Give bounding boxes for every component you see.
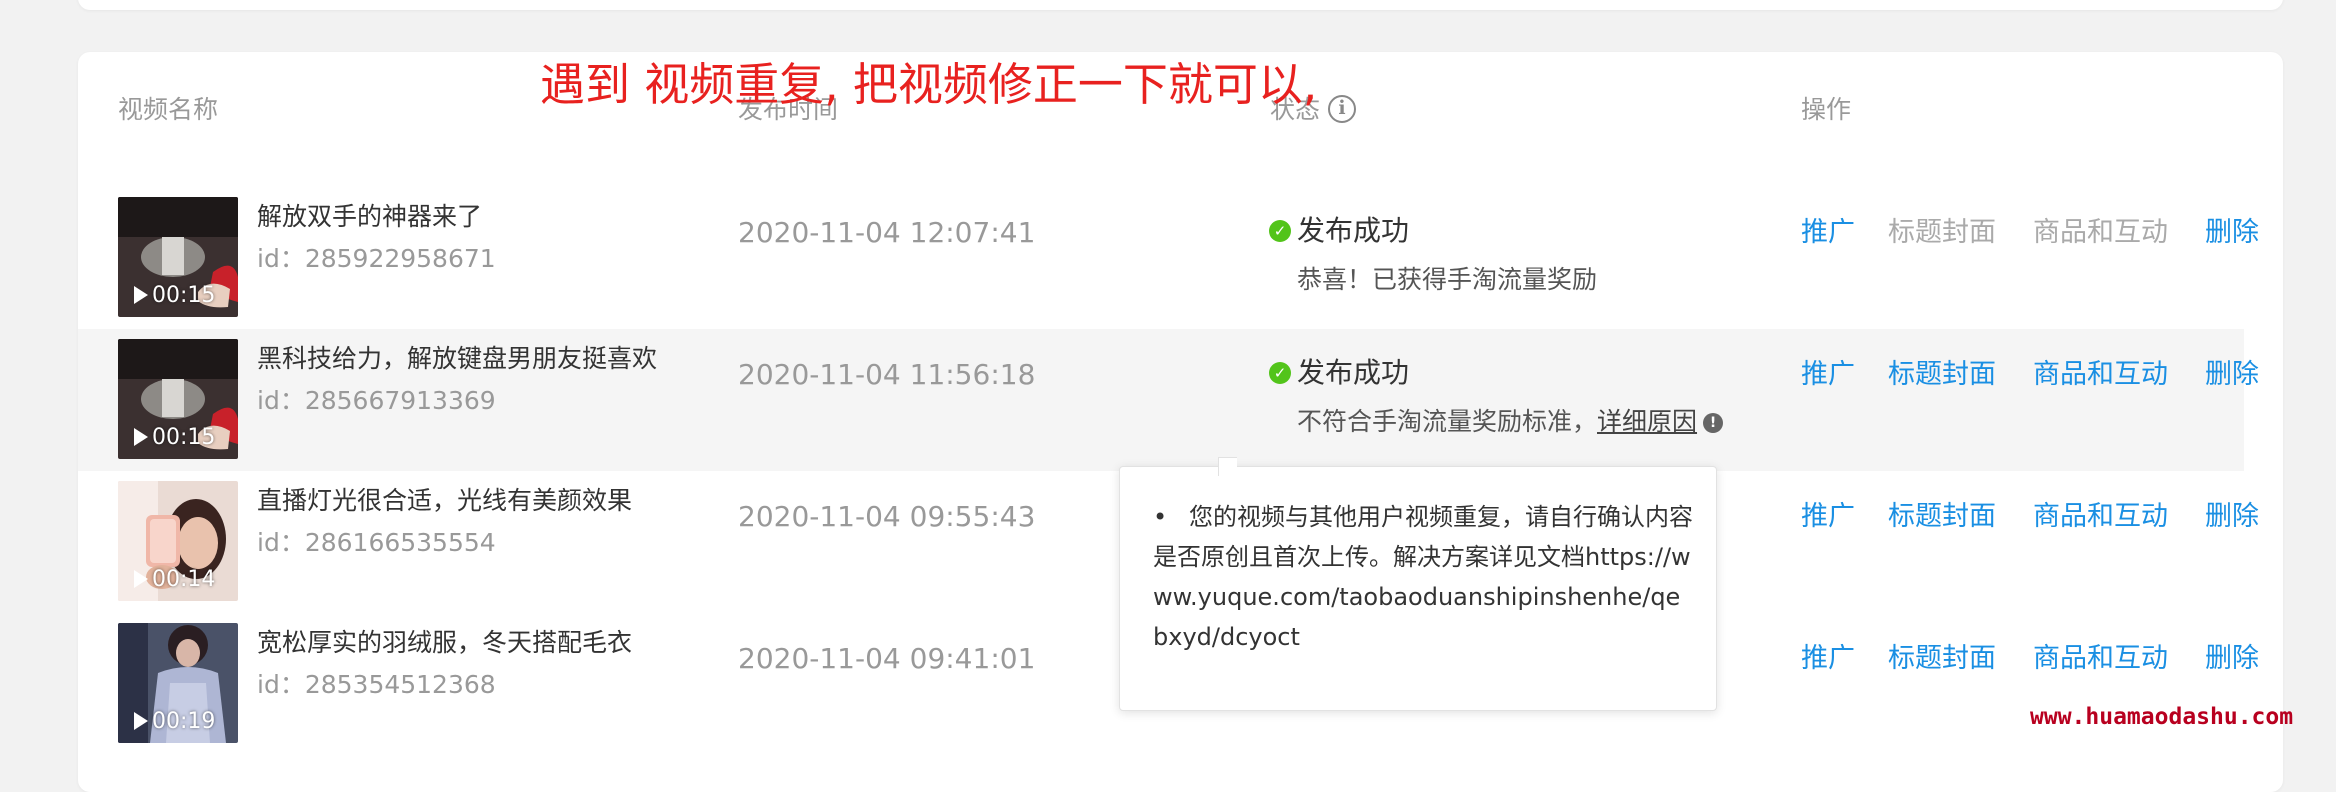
delete-link[interactable]: 删除 — [2205, 641, 2259, 677]
exclamation-icon[interactable]: ! — [1703, 413, 1724, 433]
video-thumbnail[interactable]: 00:15 — [118, 339, 238, 459]
status-detail: 恭喜！已获得手淘流量奖励 — [1297, 265, 1598, 294]
detail-reason-link[interactable]: 详细原因 — [1597, 407, 1697, 436]
play-duration: 00:15 — [134, 425, 215, 451]
duration-label: 00:15 — [152, 425, 216, 450]
previous-card — [78, 0, 2283, 10]
watermark: www.huamaodashu.com — [2030, 704, 2294, 730]
duration-label: 00:14 — [152, 567, 216, 592]
video-title: 黑科技给力，解放键盘男朋友挺喜欢 — [257, 344, 658, 373]
play-duration: 00:19 — [134, 709, 215, 735]
publish-time: 2020-11-04 12:07:41 — [738, 216, 1036, 249]
tooltip-arrow — [1218, 457, 1237, 476]
product-interaction-link[interactable]: 商品和互动 — [2033, 641, 2168, 677]
header-video-name: 视频名称 — [118, 95, 219, 124]
success-check-icon: ✓ — [1269, 361, 1291, 384]
play-duration: 00:14 — [134, 567, 215, 593]
tooltip-bullet: • — [1153, 503, 1168, 531]
duration-label: 00:15 — [152, 283, 216, 308]
video-title: 直播灯光很合适，光线有美颜效果 — [257, 486, 633, 515]
video-title: 宽松厚实的羽绒服，冬天搭配毛衣 — [257, 628, 633, 657]
status-label: 发布成功 — [1297, 214, 1410, 247]
status: ✓ 发布成功 — [1269, 212, 1409, 250]
play-icon — [134, 712, 148, 730]
info-icon[interactable]: i — [1328, 95, 1357, 123]
title-cover-link[interactable]: 标题封面 — [1888, 215, 1996, 251]
publish-time: 2020-11-04 09:55:43 — [738, 500, 1036, 533]
video-id: id：285922958671 — [257, 244, 496, 273]
promote-link[interactable]: 推广 — [1801, 499, 1855, 535]
status-label: 发布成功 — [1297, 356, 1410, 389]
title-cover-link[interactable]: 标题封面 — [1888, 499, 1996, 535]
tooltip-message: 您的视频与其他用户视频重复，请自行确认内容是否原创且首次上传。解决方案详见文档h… — [1153, 503, 1693, 651]
video-thumbnail[interactable]: 00:14 — [118, 481, 238, 601]
publish-time: 2020-11-04 11:56:18 — [738, 358, 1036, 391]
play-icon — [134, 428, 148, 446]
title-cover-link[interactable]: 标题封面 — [1888, 357, 1996, 393]
video-id: id：285667913369 — [257, 386, 496, 415]
duration-label: 00:19 — [152, 709, 216, 734]
video-id: id：285354512368 — [257, 670, 496, 699]
play-duration: 00:15 — [134, 283, 215, 309]
video-title: 解放双手的神器来了 — [257, 202, 483, 231]
status-detail-text: 不符合手淘流量奖励标准， — [1297, 407, 1598, 436]
video-thumbnail[interactable]: 00:19 — [118, 623, 238, 743]
table-row: 00:15 黑科技给力，解放键盘男朋友挺喜欢 id：285667913369 2… — [78, 329, 2259, 471]
promote-link[interactable]: 推广 — [1801, 357, 1855, 393]
table-row: 00:15 解放双手的神器来了 id：285922958671 2020-11-… — [78, 187, 2259, 329]
product-interaction-link[interactable]: 商品和互动 — [2033, 357, 2168, 393]
success-check-icon: ✓ — [1269, 219, 1291, 242]
product-interaction-link[interactable]: 商品和互动 — [2033, 499, 2168, 535]
play-icon — [134, 286, 148, 304]
annotation-text: 遇到 视频重复, 把视频修正一下就可以, — [540, 58, 1318, 111]
header-actions: 操作 — [1801, 95, 1852, 124]
status-detail: 不符合手淘流量奖励标准，详细原因! — [1297, 405, 1724, 439]
product-interaction-link[interactable]: 商品和互动 — [2033, 215, 2168, 251]
detail-reason-tooltip: • 您的视频与其他用户视频重复，请自行确认内容是否原创且首次上传。解决方案详见文档… — [1119, 466, 1717, 711]
delete-link[interactable]: 删除 — [2205, 499, 2259, 535]
publish-time: 2020-11-04 09:41:01 — [738, 642, 1036, 675]
delete-link[interactable]: 删除 — [2205, 215, 2259, 251]
promote-link[interactable]: 推广 — [1801, 215, 1855, 251]
promote-link[interactable]: 推广 — [1801, 641, 1855, 677]
tooltip-text: • 您的视频与其他用户视频重复，请自行确认内容是否原创且首次上传。解决方案详见文档… — [1153, 497, 1693, 657]
status: ✓ 发布成功 — [1269, 354, 1409, 392]
video-id: id：286166535554 — [257, 528, 496, 557]
play-icon — [134, 570, 148, 588]
delete-link[interactable]: 删除 — [2205, 357, 2259, 393]
title-cover-link[interactable]: 标题封面 — [1888, 641, 1996, 677]
video-thumbnail[interactable]: 00:15 — [118, 197, 238, 317]
